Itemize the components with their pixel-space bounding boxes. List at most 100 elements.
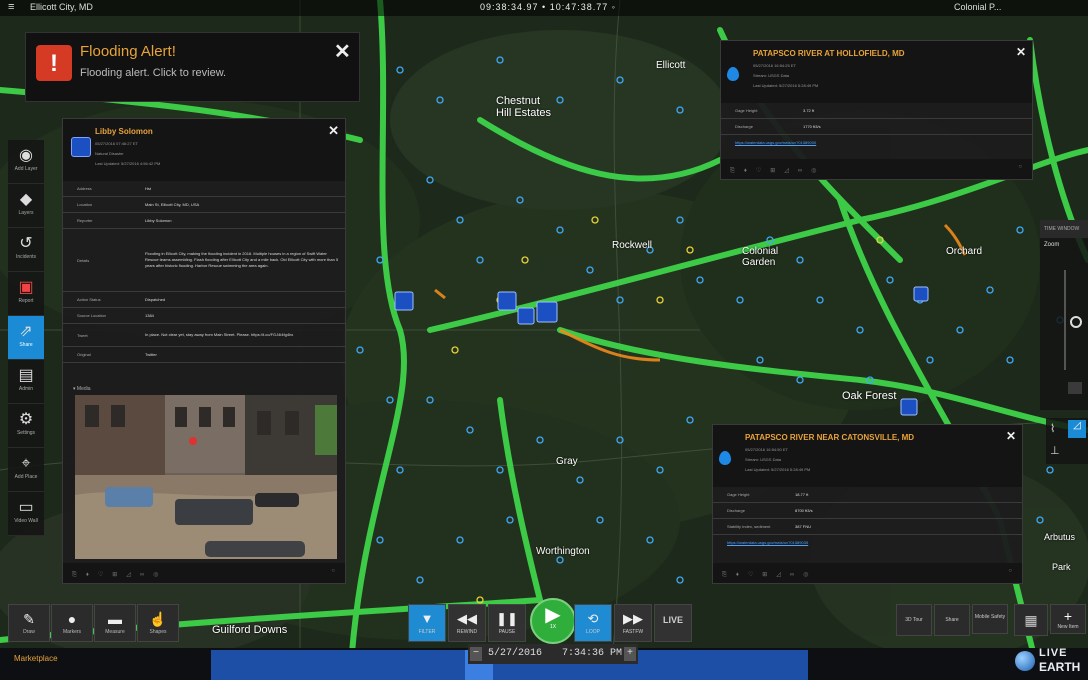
grid-icon[interactable]: ⊞ xyxy=(112,571,117,578)
date-increment-button[interactable]: + xyxy=(624,647,636,661)
ruler-icon: ▬ xyxy=(108,611,122,627)
gauge-header: PATAPSCO RIVER NEAR CATONSVILLE, MD 05/2… xyxy=(713,425,1022,487)
settings-button[interactable]: ⚙ Settings xyxy=(8,404,44,448)
gauge-title: PATAPSCO RIVER NEAR CATONSVILLE, MD xyxy=(745,433,915,442)
share-button[interactable]: ⇗ Share xyxy=(8,316,44,360)
flood-photo[interactable] xyxy=(75,395,337,559)
settings-icon[interactable]: ○ xyxy=(1008,568,1012,574)
widget-label: Zoom xyxy=(1044,242,1060,248)
live-earth-logo: LIVE EARTH xyxy=(1015,645,1085,677)
globe-icon[interactable]: ◎ xyxy=(803,571,808,578)
filter-icon[interactable]: ⊥ xyxy=(1050,444,1060,457)
building-icon: ▤ xyxy=(18,367,34,384)
apps-grid-icon[interactable]: ▦ xyxy=(1014,604,1048,636)
top-bar: ≡ Ellicott City, MD 09:38:34.97 • 10:47:… xyxy=(0,0,1088,16)
arrow-left-icon: ◆ xyxy=(19,191,33,208)
add-place-button[interactable]: ⌖ Add Place xyxy=(8,448,44,492)
new-item-button[interactable]: + New Item xyxy=(1050,604,1086,634)
eye-icon: ◉ xyxy=(19,147,33,164)
place-label: Colonial Garden xyxy=(742,246,779,268)
place-label: Chestnut Hill Estates xyxy=(496,95,552,119)
grid-icon[interactable]: ⊞ xyxy=(762,571,767,578)
gauge-link[interactable]: https://waterdata.usgs.gov/nwis/uv?01589… xyxy=(713,535,1022,550)
incidents-button[interactable]: ↺ Incidents xyxy=(8,228,44,272)
flooding-alert[interactable]: ! Flooding Alert! Flooding alert. Click … xyxy=(25,32,360,102)
globe-icon[interactable]: ◎ xyxy=(153,571,158,578)
filter-button[interactable]: ▼ FILTER xyxy=(408,604,446,642)
drop-icon[interactable]: ♦ xyxy=(86,572,89,578)
date-decrement-button[interactable]: − xyxy=(470,647,482,661)
warning-triangle-icon: ! xyxy=(36,45,72,81)
globe-icon[interactable]: ◎ xyxy=(811,167,816,174)
gauge-row: Gage Height 18.77 ft xyxy=(713,487,1022,503)
incident-line: Natural Disaster xyxy=(95,151,124,156)
admin-button[interactable]: ▤ Admin xyxy=(8,360,44,404)
field-row: Reporter Libby Solomon xyxy=(63,213,345,229)
drop-icon[interactable]: ♦ xyxy=(744,168,747,174)
marketplace-link[interactable]: Marketplace xyxy=(14,654,58,663)
draw-button[interactable]: ✎ Draw xyxy=(8,604,50,642)
rewind-button[interactable]: ◀◀ REWIND xyxy=(448,604,486,642)
link-icon[interactable]: ∞ xyxy=(140,572,144,578)
gauge-line: Stream: USGS Data xyxy=(753,73,790,78)
incident-footer: ⎘ ♦ ♡ ⊞ ◿ ∞ ◎ ○ xyxy=(63,563,345,583)
play-button[interactable]: ▶ 1X xyxy=(530,598,576,644)
drop-icon[interactable]: ♦ xyxy=(736,572,739,578)
chart-icon[interactable]: ⌇ xyxy=(1050,422,1055,435)
heart-icon[interactable]: ♡ xyxy=(756,167,761,174)
video-wall-button[interactable]: ▭ Video Wall xyxy=(8,492,44,536)
grid-icon[interactable]: ⊞ xyxy=(770,167,775,174)
copy-icon[interactable]: ⎘ xyxy=(72,572,77,579)
share-action-button[interactable]: Share xyxy=(934,604,970,636)
rewind-icon: ◀◀ xyxy=(457,611,477,626)
incident-detail-panel: Libby Solomon 05/27/2016 07:46:27 ET Nat… xyxy=(62,118,346,584)
incident-badge-icon xyxy=(71,137,91,157)
settings-icon[interactable]: ○ xyxy=(331,568,335,574)
zoom-slider-handle[interactable] xyxy=(1070,316,1082,328)
copy-icon[interactable]: ⎘ xyxy=(730,168,735,175)
gauge-close-icon[interactable]: ✕ xyxy=(1016,45,1026,59)
fast-forward-button[interactable]: ▶▶ FASTFW xyxy=(614,604,652,642)
gauge-link[interactable]: https://waterdata.usgs.gov/nwis/uv?01589… xyxy=(721,135,1032,150)
pause-button[interactable]: ❚❚ PAUSE xyxy=(488,604,526,642)
funnel-icon: ▼ xyxy=(420,611,434,626)
time-readout: 7:34:36 PM xyxy=(562,648,623,659)
copy-icon[interactable]: ⎘ xyxy=(722,572,727,579)
menu-icon[interactable]: ≡ xyxy=(8,1,14,13)
incident-fields[interactable]: Address Hst Location Main St, Ellicott Cit… xyxy=(63,181,345,383)
alert-title: Flooding Alert! xyxy=(80,43,176,60)
report-button[interactable]: ▣ Report xyxy=(8,272,44,316)
alert-close-icon[interactable]: ✕ xyxy=(334,39,351,64)
measure-button[interactable]: ▬ Measure xyxy=(94,604,136,642)
media-header[interactable]: ▾ Media xyxy=(63,383,345,395)
gauge-panel-hollofield: PATAPSCO RIVER AT HOLLOFIELD, MD 05/27/2… xyxy=(720,40,1033,180)
shapes-button[interactable]: ☝ Shapes xyxy=(137,604,179,642)
mobile-safety-button[interactable]: Mobile Safety xyxy=(972,604,1008,634)
widget-button[interactable] xyxy=(1068,382,1082,394)
gauge-line: 05/27/2016 16:54:50 ET xyxy=(745,447,788,452)
heart-icon[interactable]: ♡ xyxy=(98,571,103,578)
gauge-close-icon[interactable]: ✕ xyxy=(1006,429,1016,443)
link-icon[interactable]: ∞ xyxy=(798,168,802,174)
chart-icon[interactable]: ◿ xyxy=(126,571,131,578)
loop-button[interactable]: ⟲ LOOP xyxy=(574,604,612,642)
settings-icon[interactable]: ○ xyxy=(1018,164,1022,170)
water-drop-icon xyxy=(727,67,739,81)
add-layer-button[interactable]: ◉ Add Layer xyxy=(8,140,44,184)
zoom-slider[interactable] xyxy=(1064,270,1066,370)
analytics-icon[interactable]: ◿ xyxy=(1068,420,1086,438)
chart-icon[interactable]: ◿ xyxy=(776,571,781,578)
heart-icon[interactable]: ♡ xyxy=(748,571,753,578)
gauge-panel-catonsville: PATAPSCO RIVER NEAR CATONSVILLE, MD 05/2… xyxy=(712,424,1023,584)
incident-close-icon[interactable]: ✕ xyxy=(328,123,339,139)
field-row: Location Main St, Ellicott City, MD, USA xyxy=(63,197,345,213)
marker-icon: ● xyxy=(67,611,77,627)
tour-button[interactable]: 3D Tour xyxy=(896,604,932,636)
live-button[interactable]: LIVE xyxy=(654,604,692,642)
markers-button[interactable]: ● Markers xyxy=(51,604,93,642)
layers-button[interactable]: ◆ Layers xyxy=(8,184,44,228)
top-right-label: Colonial P... xyxy=(954,2,1002,12)
chart-icon[interactable]: ◿ xyxy=(784,167,789,174)
link-icon[interactable]: ∞ xyxy=(790,572,794,578)
field-row: Action Status Dispatched xyxy=(63,292,345,308)
